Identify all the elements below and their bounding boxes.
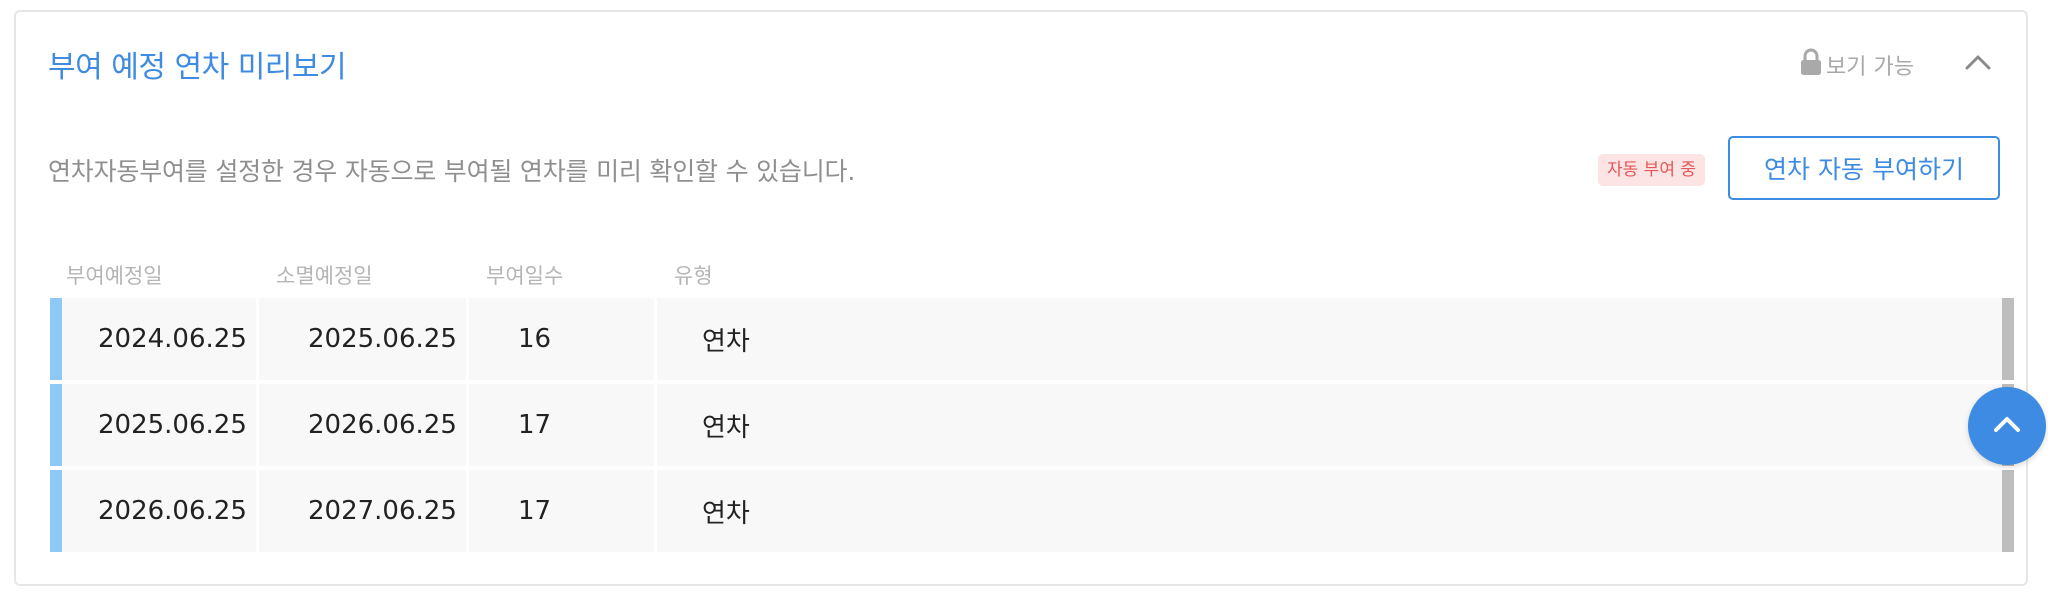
column-header-type: 유형: [674, 264, 713, 288]
expire-date-cell: 2026.06.25: [308, 410, 457, 440]
expire-date-cell: 2025.06.25: [308, 324, 457, 354]
row-accent-left: [50, 298, 62, 380]
table-row: 2024.06.25 2025.06.25 16 연차: [50, 298, 2014, 380]
row-accent-left: [50, 384, 62, 466]
chevron-up-icon: [1965, 54, 1991, 74]
grant-date-cell: 2025.06.25: [98, 410, 247, 440]
row-accent-left: [50, 470, 62, 552]
days-cell: 17: [518, 496, 552, 526]
row-accent-right: [2002, 470, 2014, 552]
grant-date-cell: 2026.06.25: [98, 496, 247, 526]
days-cell: 16: [518, 324, 552, 354]
scroll-to-top-button[interactable]: [1968, 387, 2046, 465]
column-divider: [654, 384, 657, 466]
column-divider: [654, 298, 657, 380]
section-description: 연차자동부여를 설정한 경우 자동으로 부여될 연차를 미리 확인할 수 있습니…: [48, 157, 856, 186]
table-row: 2026.06.25 2027.06.25 17 연차: [50, 470, 2014, 552]
expire-date-cell: 2027.06.25: [308, 496, 457, 526]
column-divider: [256, 384, 259, 466]
column-divider: [256, 298, 259, 380]
column-divider: [654, 470, 657, 552]
days-cell: 17: [518, 410, 552, 440]
view-permission: 보기 가능: [1800, 48, 1914, 82]
collapse-button[interactable]: [1960, 46, 1996, 82]
row-accent-right: [2002, 298, 2014, 380]
type-cell: 연차: [702, 412, 750, 443]
column-header-days: 부여일수: [486, 264, 564, 288]
type-cell: 연차: [702, 498, 750, 529]
auto-grant-button[interactable]: 연차 자동 부여하기: [1728, 136, 2000, 200]
lock-icon: [1800, 48, 1826, 82]
table-body: 2024.06.25 2025.06.25 16 연차 2025.06.25 2…: [50, 298, 2014, 556]
column-header-expire-date: 소멸예정일: [276, 264, 373, 288]
type-cell: 연차: [702, 326, 750, 357]
column-divider: [466, 384, 469, 466]
section-title: 부여 예정 연차 미리보기: [48, 50, 347, 85]
view-permission-label: 보기 가능: [1826, 55, 1914, 80]
column-divider: [466, 298, 469, 380]
column-header-grant-date: 부여예정일: [66, 264, 163, 288]
chevron-up-icon: [1992, 414, 2022, 438]
table-row: 2025.06.25 2026.06.25 17 연차: [50, 384, 2014, 466]
column-divider: [466, 470, 469, 552]
column-divider: [256, 470, 259, 552]
grant-date-cell: 2024.06.25: [98, 324, 247, 354]
preview-card: 부여 예정 연차 미리보기 보기 가능 연차자동부여를 설정한 경우 자동으로 …: [14, 10, 2028, 586]
status-badge: 자동 부여 중: [1598, 154, 1706, 186]
